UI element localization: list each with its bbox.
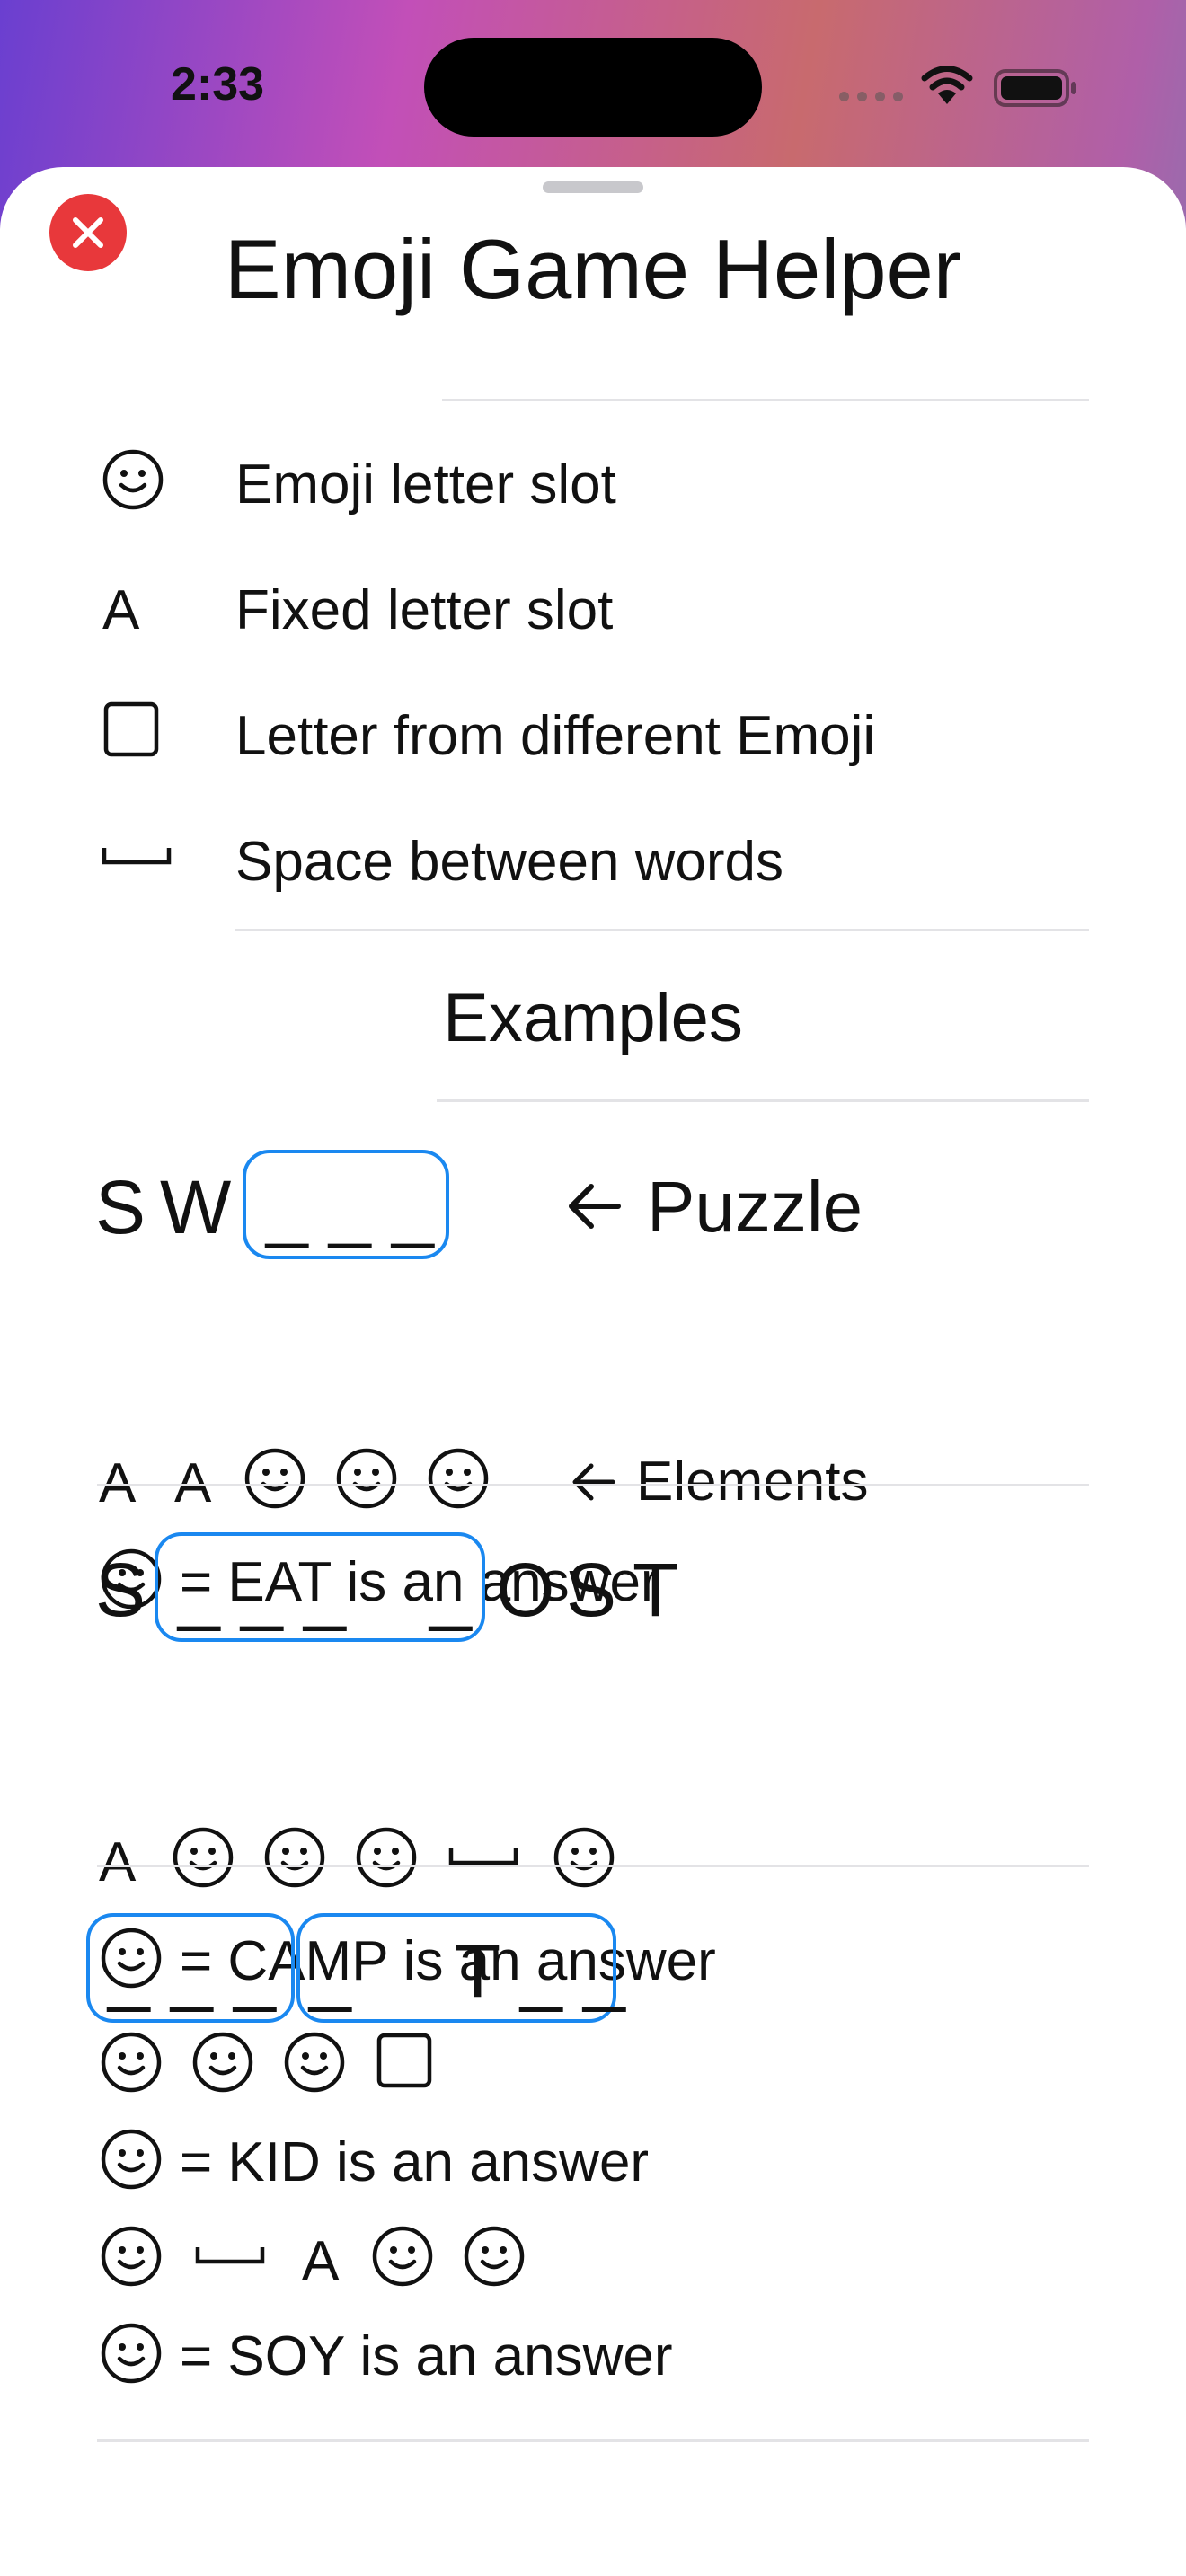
divider <box>437 1099 1089 1102</box>
legend-label: Space between words <box>235 831 784 893</box>
signal-dots-icon <box>839 92 903 102</box>
battery-icon <box>994 68 1078 112</box>
legend-item-space: Space between words <box>0 821 1186 893</box>
smiley-icon <box>173 1827 234 1888</box>
puzzle-blank: _ T _ _ <box>309 1928 625 2013</box>
answer-text: = KID is an answer <box>180 2131 650 2193</box>
smiley-icon <box>101 2226 162 2287</box>
legend-label: Emoji letter slot <box>235 454 616 516</box>
letter-a-icon: A <box>97 569 169 641</box>
smiley-icon <box>428 1448 489 1509</box>
puzzle-blank: _ _ _ <box>266 1165 434 1249</box>
puzzle-blank-box: _ T _ _ <box>296 1913 625 2023</box>
smiley-icon <box>264 1827 325 1888</box>
puzzle-caption: Puzzle <box>647 1167 863 1247</box>
puzzle-blank-box: _ _ _ <box>86 1913 295 2023</box>
divider <box>97 1484 1089 1486</box>
legend-item-emoji-slot: Emoji letter slot <box>0 444 1186 516</box>
smiley-icon <box>244 1448 305 1509</box>
smiley-icon <box>336 1448 397 1509</box>
status-time: 2:33 <box>171 58 265 110</box>
page-title: Emoji Game Helper <box>224 222 962 316</box>
smiley-icon <box>192 2032 253 2093</box>
puzzle-letter: W <box>160 1165 232 1249</box>
smiley-icon <box>284 2032 345 2093</box>
wifi-icon <box>920 65 974 110</box>
element-letter-a: A <box>99 1831 137 1893</box>
space-icon <box>195 2247 265 2264</box>
answer-text: = SOY is an answer <box>180 2325 673 2387</box>
smiley-icon <box>464 2226 525 2287</box>
smiley-icon <box>356 1827 417 1888</box>
smiley-icon <box>553 1827 615 1888</box>
divider <box>442 399 1089 401</box>
puzzle-letter: T <box>633 1548 679 1632</box>
space-icon <box>97 821 172 893</box>
sheet-grabber[interactable] <box>543 181 643 193</box>
puzzle-letter: S <box>95 1548 146 1632</box>
puzzle-blank: _ _ _ <box>108 1928 276 2013</box>
legend-item-different-emoji: Letter from different Emoji <box>0 695 1186 767</box>
elements-caption: Elements <box>636 1451 869 1513</box>
element-letter-a: A <box>302 2230 340 2292</box>
divider <box>97 2439 1089 2442</box>
status-bar: 2:33 <box>0 0 1186 171</box>
legend-item-fixed-letter: A Fixed letter slot <box>0 569 1186 641</box>
legend-label: Fixed letter slot <box>235 579 614 641</box>
divider <box>97 1865 1089 1867</box>
smiley-icon <box>372 2226 433 2287</box>
space-icon <box>448 1848 518 1866</box>
puzzle-blank-box: _ _ _ <box>243 1150 449 1259</box>
puzzle-letter: S <box>566 1548 617 1632</box>
divider <box>235 929 1089 931</box>
help-sheet: Emoji Game Helper Emoji letter slot A Fi… <box>0 167 1186 2576</box>
legend-label: Letter from different Emoji <box>235 705 876 767</box>
smiley-icon <box>97 444 169 516</box>
examples-heading: Examples <box>443 980 743 1056</box>
smiley-icon <box>101 2323 162 2384</box>
puzzle-letter: O <box>496 1548 555 1632</box>
smiley-icon <box>101 2032 162 2093</box>
square-icon <box>97 695 169 767</box>
letter-a-glyph: A <box>102 579 140 641</box>
dynamic-island <box>424 38 762 137</box>
puzzle-letter: S <box>95 1165 146 1249</box>
smiley-icon <box>101 2129 162 2190</box>
arrow-left-icon <box>569 1184 621 1229</box>
puzzle-blank: _ _ _ _ <box>178 1548 472 1632</box>
square-icon <box>376 2033 432 2088</box>
puzzle-blank-box: _ _ _ _ <box>155 1532 485 1642</box>
arrow-left-icon <box>572 1463 615 1501</box>
